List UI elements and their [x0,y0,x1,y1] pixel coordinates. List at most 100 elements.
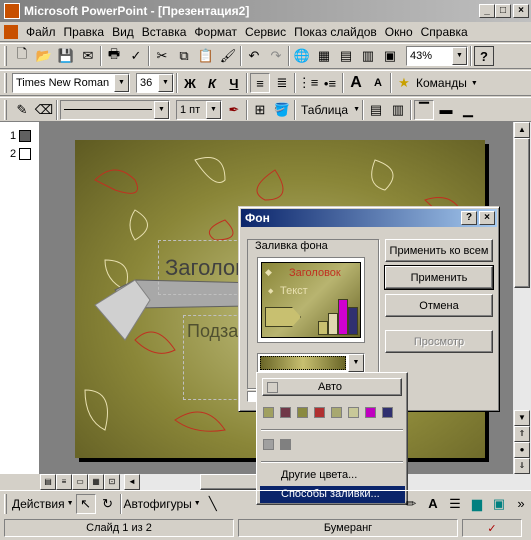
normal-view-icon[interactable]: ▤ [40,474,56,490]
pencil-icon[interactable]: ✎ [12,100,32,120]
autoshapes-menu-button[interactable]: Автофигуры [124,497,192,511]
hyperlink-icon[interactable]: 🌐 [292,46,312,66]
app-icon[interactable] [4,3,20,19]
open-icon[interactable]: 📂 [34,46,54,66]
underline-button[interactable]: Ч [224,73,244,93]
fill-color-icon[interactable]: 🪣 [272,100,292,120]
more-colors-option[interactable]: Другие цвета... [281,469,357,481]
email-icon[interactable]: ✉ [78,46,98,66]
slide-thumb-1[interactable]: 1 [10,130,32,142]
undo-icon[interactable]: ↶ [244,46,264,66]
line-style-icon[interactable]: ☰ [445,494,465,514]
font-size-select[interactable]: 36 ▼ [136,73,174,93]
dialog-help-button[interactable]: ? [461,211,477,225]
fill-color-select[interactable]: ▼ [257,353,365,373]
3d-icon[interactable]: ▣ [489,494,509,514]
chevron-down-icon[interactable]: ▼ [206,100,221,119]
slideshow-view-icon[interactable]: ⊡ [104,474,120,490]
prev-slide-icon[interactable]: ⇑ [514,426,530,442]
select-browse-icon[interactable]: ● [514,442,530,458]
spelling-icon[interactable]: ✓ [126,46,146,66]
menu-help[interactable]: Справка [417,25,472,39]
line-style-select[interactable]: ▼ [60,99,170,120]
numbering-icon[interactable]: ⋮≡ [298,73,319,93]
menu-edit[interactable]: Правка [60,25,109,39]
chevron-down-icon[interactable]: ▼ [348,354,364,372]
scroll-thumb[interactable] [514,138,530,288]
help-icon[interactable]: ? [474,46,494,66]
slide-view-icon[interactable]: ▭ [72,474,88,490]
italic-button[interactable]: К [202,73,222,93]
menu-slideshow[interactable]: Показ слайдов [290,25,381,39]
font-select[interactable]: Times New Roman ▼ [12,73,130,93]
color-swatch-8[interactable] [382,407,393,418]
chevron-down-icon[interactable]: ▼ [158,74,173,92]
recent-swatch-1[interactable] [263,439,274,450]
split-cells-icon[interactable]: ▥ [388,100,408,120]
toolbar-options-icon[interactable]: » [511,494,531,514]
paste-icon[interactable]: 📋 [196,46,216,66]
recent-swatch-2[interactable] [280,439,291,450]
toolbar-grip[interactable] [4,493,7,514]
actions-menu-button[interactable]: Действия [12,497,65,511]
commands-button[interactable]: Команды [416,76,467,90]
color-swatch-4[interactable] [314,407,325,418]
free-rotate-icon[interactable]: ↻ [98,494,118,514]
new-slide-icon[interactable]: ▣ [380,46,400,66]
align-bottom-icon[interactable]: ▁ [458,100,478,120]
color-swatch-6[interactable] [348,407,359,418]
auto-color-option[interactable]: Авто [262,378,402,396]
scroll-down-icon[interactable]: ▼ [514,410,530,426]
chevron-down-icon[interactable]: ▼ [194,500,201,507]
maximize-button[interactable]: □ [495,4,511,18]
preview-button[interactable]: Просмотр [385,330,493,353]
menu-format[interactable]: Формат [190,25,241,39]
insert-chart-icon[interactable]: ▥ [358,46,378,66]
scroll-left-icon[interactable]: ◄ [124,474,140,490]
color-swatch-5[interactable] [331,407,342,418]
merge-cells-icon[interactable]: ▤ [366,100,386,120]
decrease-font-icon[interactable]: A [368,73,388,93]
cut-icon[interactable]: ✂ [152,46,172,66]
toolbar-grip[interactable] [4,46,7,66]
menu-file[interactable]: Файл [22,25,60,39]
zoom-select[interactable]: 43% ▼ [406,46,468,66]
insert-table-icon[interactable]: ▤ [336,46,356,66]
color-swatch-1[interactable] [263,407,274,418]
minimize-button[interactable]: _ [479,4,495,18]
line-tool-icon[interactable]: ╲ [203,494,223,514]
chevron-down-icon[interactable]: ▼ [67,500,74,507]
dialog-close-button[interactable]: × [479,211,495,225]
align-center-icon[interactable]: ≣ [272,73,292,93]
table-menu-button[interactable]: Таблица [298,103,351,117]
select-pointer-icon[interactable]: ↖ [75,493,96,514]
next-slide-icon[interactable]: ⇓ [514,458,530,474]
copy-icon[interactable]: ⧉ [174,46,194,66]
bullets-icon[interactable]: •≡ [320,73,340,93]
align-top-icon[interactable]: ▔ [414,99,434,120]
menu-window[interactable]: Окно [381,25,417,39]
borders-icon[interactable]: ⊞ [250,100,270,120]
doc-icon[interactable] [4,24,18,39]
slide-thumb-2[interactable]: 2 [10,148,32,160]
apply-all-button[interactable]: Применить ко всем [385,239,493,262]
chevron-down-icon[interactable]: ▼ [154,100,169,119]
eraser-icon[interactable]: ⌫ [34,100,54,120]
color-swatch-2[interactable] [280,407,291,418]
toolbar-grip[interactable] [4,73,7,93]
tables-borders-icon[interactable]: ▦ [314,46,334,66]
cancel-button[interactable]: Отмена [385,294,493,317]
sorter-view-icon[interactable]: ▦ [88,474,104,490]
color-swatch-7[interactable] [365,407,376,418]
chevron-down-icon[interactable]: ▼ [452,47,467,65]
menu-insert[interactable]: Вставка [138,25,191,39]
increase-font-icon[interactable]: A [346,73,366,93]
chevron-down-icon[interactable]: ▼ [353,106,360,113]
toolbar-grip[interactable] [4,99,7,120]
shadow-icon[interactable]: ▆ [467,494,487,514]
chevron-down-icon[interactable]: ▼ [114,74,129,92]
chevron-down-icon[interactable]: ▼ [471,80,478,87]
bold-button[interactable]: Ж [180,73,200,93]
line-color-icon[interactable]: ✏ [401,494,421,514]
outline-view-icon[interactable]: ≡ [56,474,72,490]
